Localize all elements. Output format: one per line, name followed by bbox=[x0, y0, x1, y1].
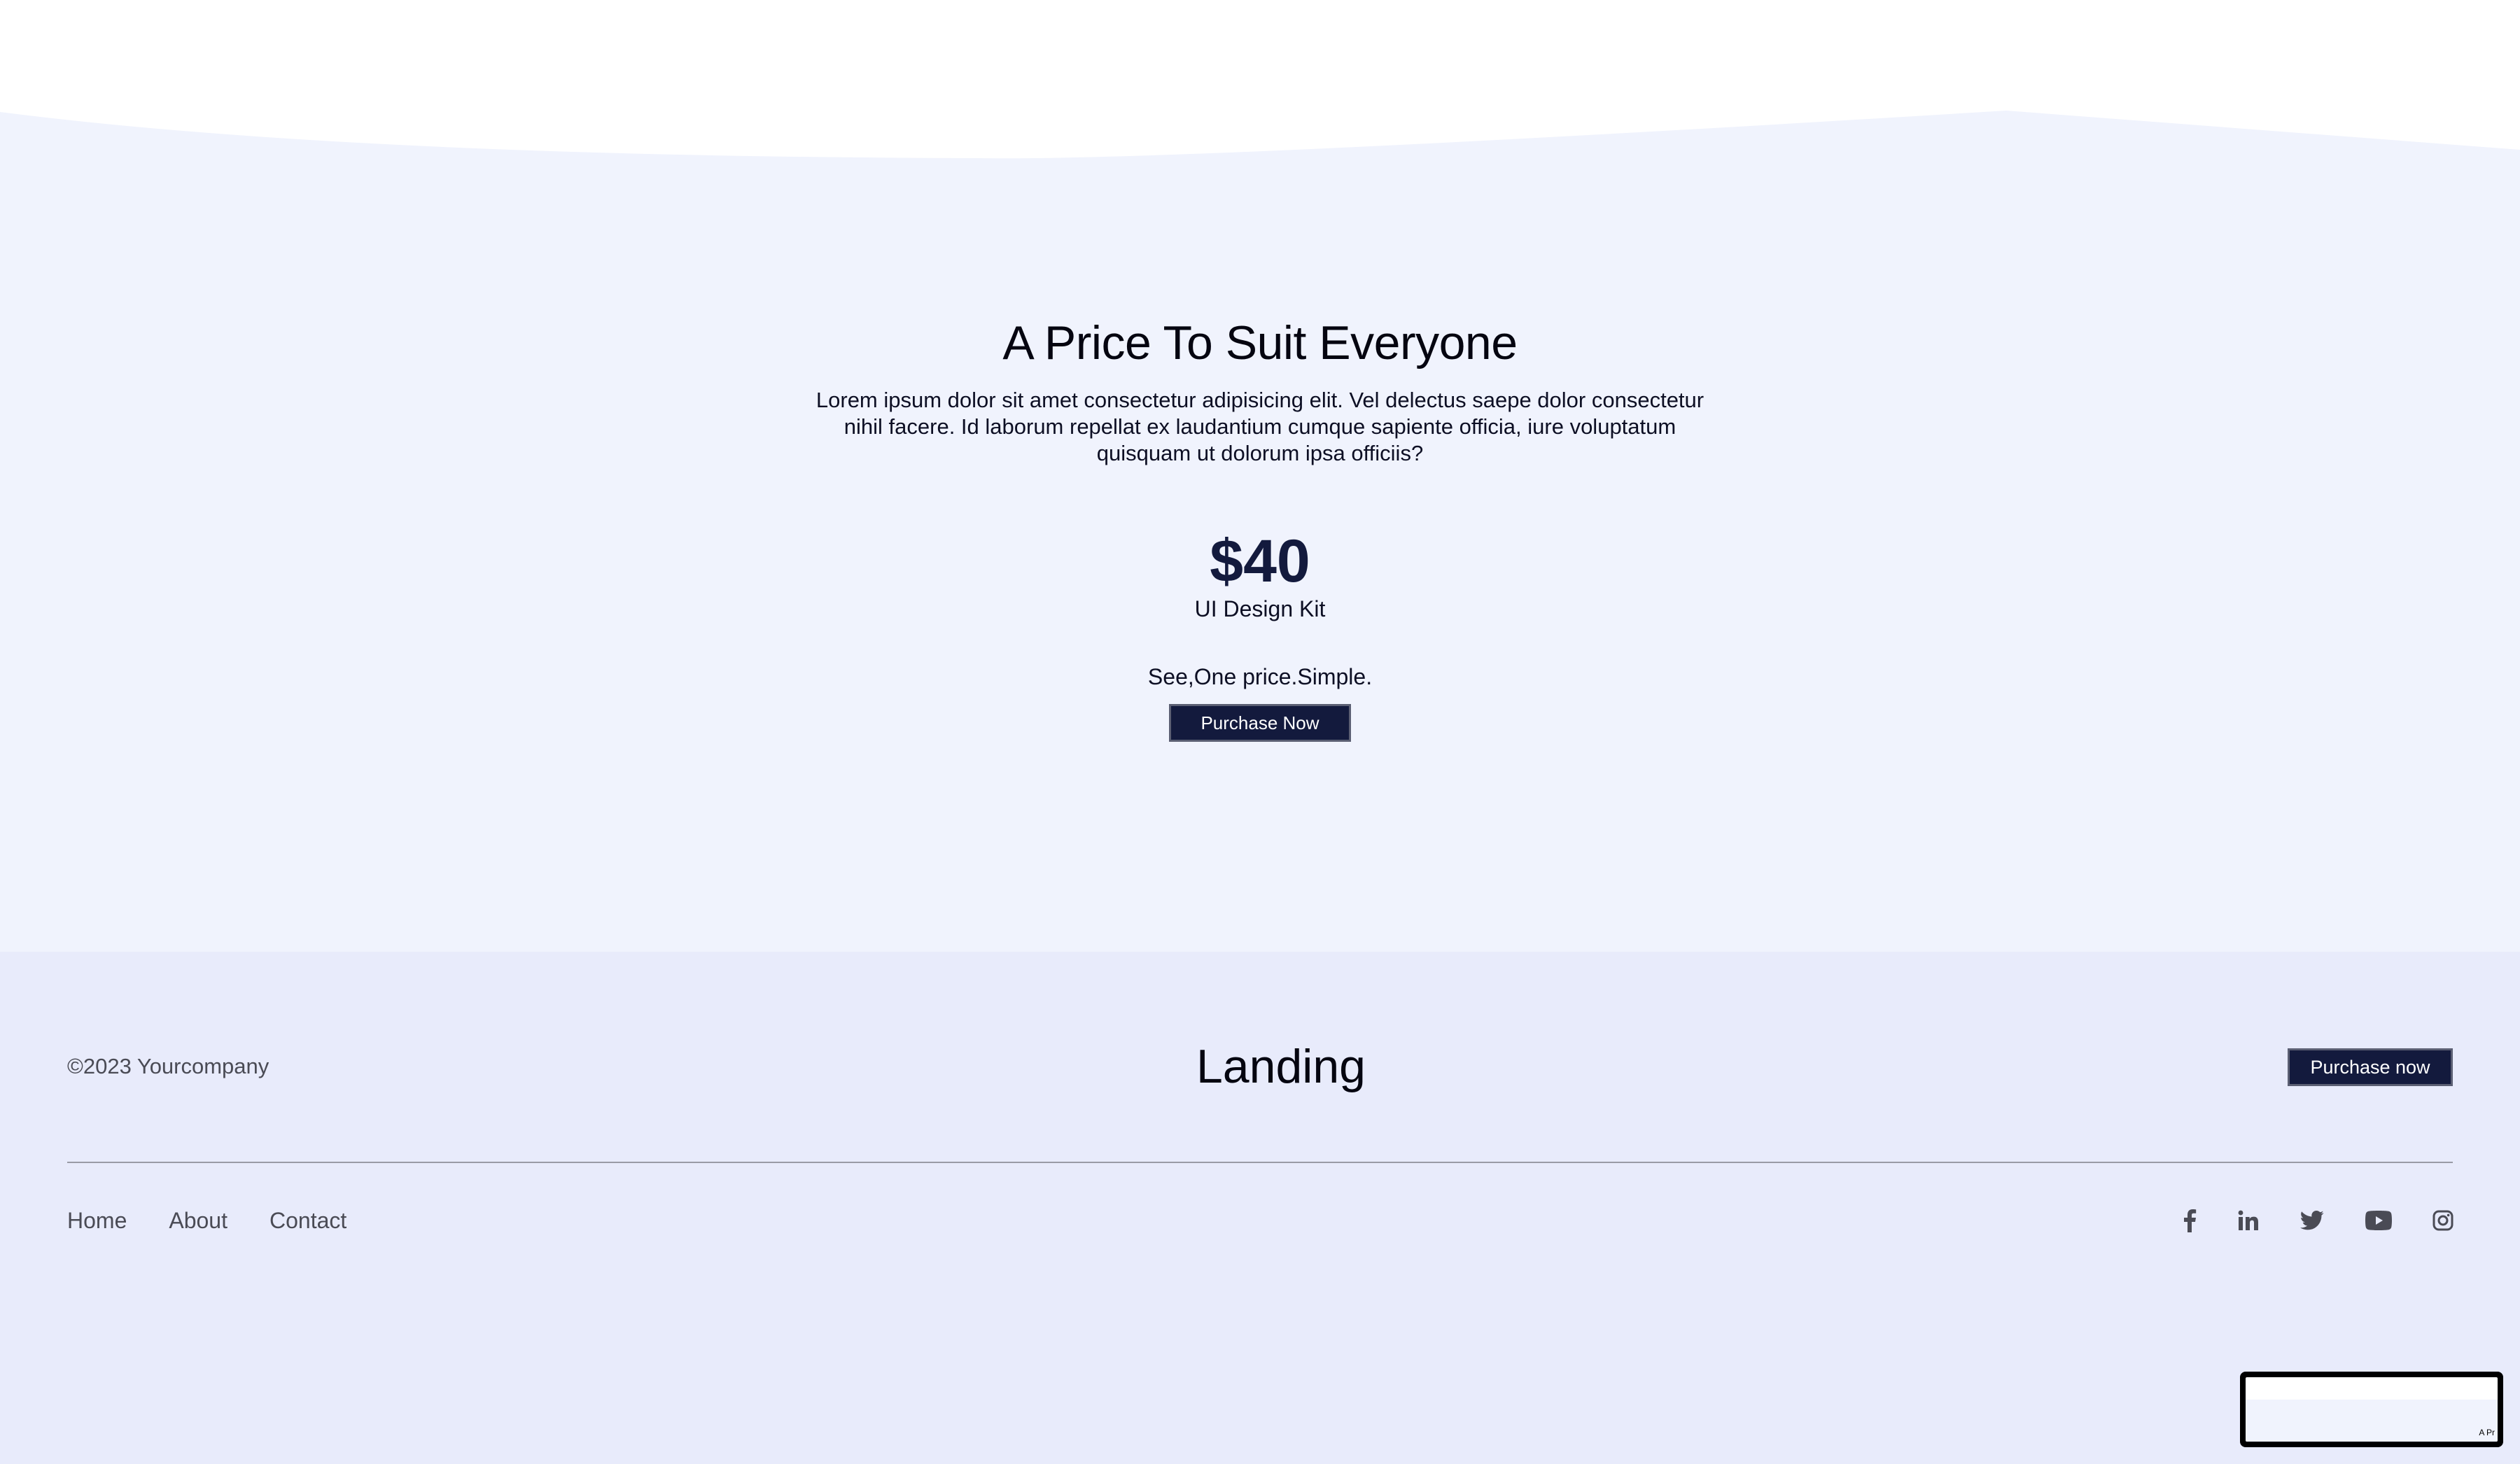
nav-link-contact[interactable]: Contact bbox=[270, 1206, 346, 1234]
product-name: UI Design Kit bbox=[1194, 596, 1326, 621]
footer-nav: Home About Contact bbox=[67, 1206, 346, 1234]
youtube-icon[interactable] bbox=[2363, 1205, 2394, 1236]
twitter-icon[interactable] bbox=[2297, 1205, 2328, 1236]
page-preview-viewport: A Pr bbox=[2246, 1377, 2498, 1442]
pricing-title: A Price To Suit Everyone bbox=[1002, 316, 1518, 369]
page-preview-band bbox=[2246, 1400, 2498, 1442]
nav-link-home[interactable]: Home bbox=[67, 1206, 127, 1234]
footer-purchase-button[interactable]: Purchase now bbox=[2288, 1048, 2453, 1086]
pricing-description: Lorem ipsum dolor sit amet consectetur a… bbox=[816, 388, 1704, 465]
nav-link-about[interactable]: About bbox=[169, 1206, 227, 1234]
facebook-icon[interactable] bbox=[2174, 1205, 2205, 1236]
page-preview-widget[interactable]: A Pr bbox=[2240, 1372, 2503, 1447]
top-wave-shape bbox=[0, 0, 2520, 159]
page-preview-text: A Pr bbox=[2479, 1428, 2495, 1437]
purchase-now-button[interactable]: Purchase Now bbox=[1169, 704, 1351, 742]
footer bbox=[0, 952, 2520, 1464]
price-amount: $40 bbox=[1210, 528, 1310, 595]
footer-brand-logo[interactable]: Landing bbox=[1120, 1034, 1442, 1099]
instagram-icon[interactable] bbox=[2428, 1205, 2458, 1236]
pricing-tagline: See,One price.Simple. bbox=[1147, 664, 1373, 689]
linkedin-icon[interactable] bbox=[2233, 1205, 2264, 1236]
copyright-text: ©2023 Yourcompany bbox=[67, 1054, 270, 1078]
footer-divider bbox=[67, 1162, 2453, 1163]
pricing-section: A Price To Suit Everyone Lorem ipsum dol… bbox=[0, 0, 2520, 952]
